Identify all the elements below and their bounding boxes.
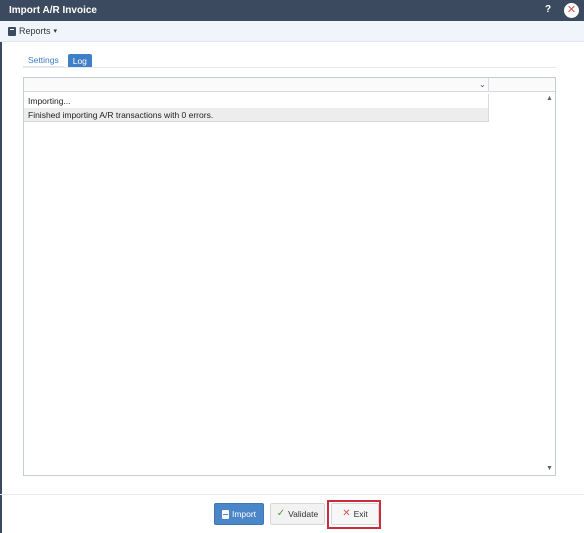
document-icon xyxy=(221,509,229,519)
reports-label: Reports xyxy=(19,26,51,36)
validate-label: Validate xyxy=(288,509,319,519)
book-icon xyxy=(8,26,16,36)
reports-menu-button[interactable]: Reports ▾ xyxy=(8,26,57,36)
tab-log[interactable]: Log xyxy=(67,54,92,67)
tab-settings[interactable]: Settings xyxy=(23,54,64,67)
tab-bar: Settings Log xyxy=(23,54,92,67)
tab-divider xyxy=(23,67,556,68)
import-label: Import xyxy=(231,509,257,519)
chevron-down-icon[interactable]: ⌄ xyxy=(479,80,486,89)
log-table-header: ⌄ xyxy=(24,78,555,92)
close-button[interactable]: ✕ xyxy=(564,3,579,18)
exit-button[interactable]: ✕ Exit xyxy=(331,503,379,525)
close-icon: ✕ xyxy=(342,508,351,519)
import-button[interactable]: Import xyxy=(214,503,264,525)
footer-divider xyxy=(0,494,584,495)
checkmark-icon: ✓ xyxy=(276,508,286,519)
exit-label: Exit xyxy=(353,509,368,519)
scroll-up-arrow-icon[interactable]: ▲ xyxy=(546,95,553,102)
validate-button[interactable]: ✓ Validate xyxy=(270,503,325,525)
window-left-border xyxy=(0,21,2,533)
close-icon: ✕ xyxy=(566,4,577,16)
help-button[interactable]: ? xyxy=(545,4,551,15)
scroll-down-arrow-icon[interactable]: ▼ xyxy=(546,465,553,472)
toolbar: Reports ▾ xyxy=(0,21,584,42)
window-title-bar: Import A/R Invoice xyxy=(0,0,584,21)
window-title: Import A/R Invoice xyxy=(9,5,97,16)
log-row: Finished importing A/R transactions with… xyxy=(24,108,489,122)
log-panel: ⌄ Importing... Finished importing A/R tr… xyxy=(23,77,556,476)
log-column-header[interactable] xyxy=(24,78,489,92)
log-row: Importing... xyxy=(24,94,489,108)
caret-down-icon: ▾ xyxy=(53,28,58,35)
